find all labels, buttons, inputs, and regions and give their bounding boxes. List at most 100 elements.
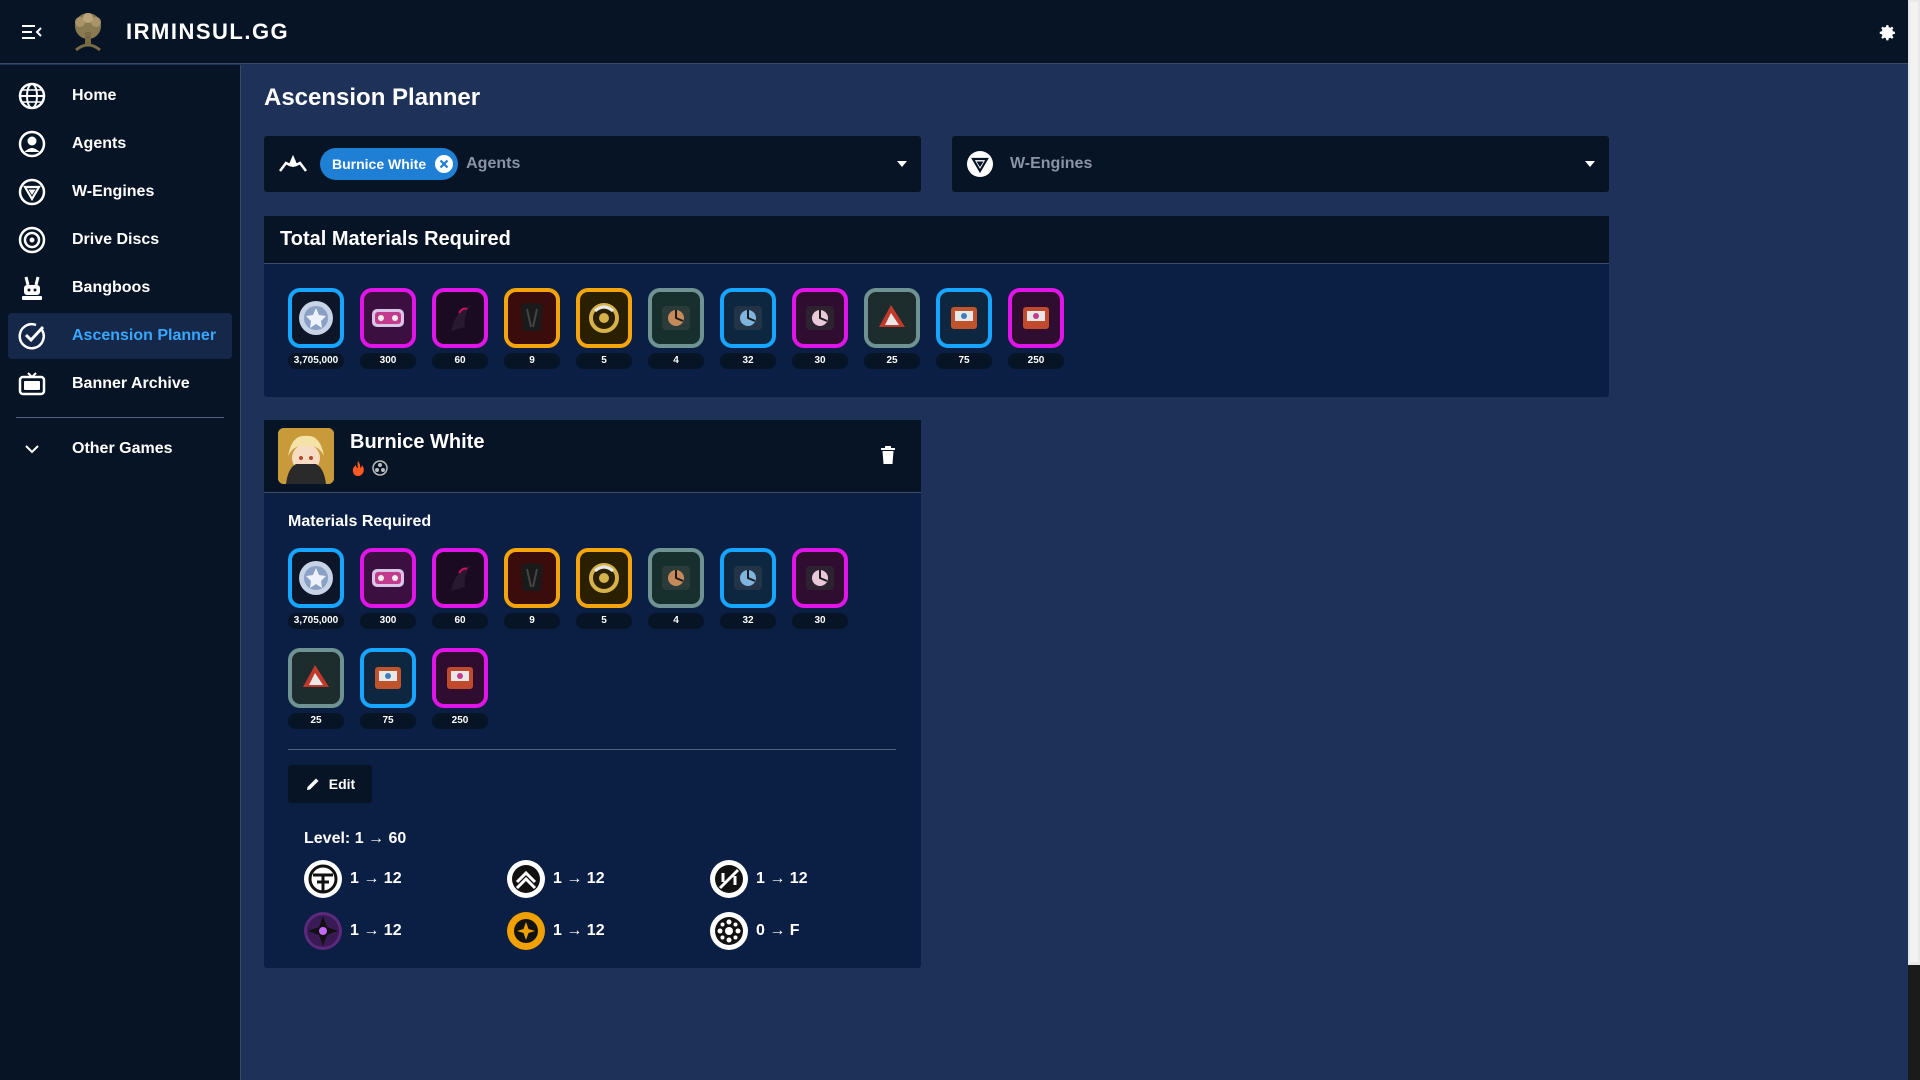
- material-item[interactable]: 9: [496, 288, 568, 369]
- sidebar-item-bangboos[interactable]: Bangboos: [8, 265, 232, 311]
- gear-crown-icon: [576, 288, 632, 348]
- scrollbar-thumb[interactable]: [1910, 2, 1918, 962]
- sidebar: Home Agents W-Engines Drive Discs Bangbo…: [0, 65, 241, 1080]
- exp-material-blue-icon: [360, 648, 416, 708]
- material-item[interactable]: 300: [352, 288, 424, 369]
- skill-chip-purple-icon: [792, 288, 848, 348]
- dropdown-caret-icon[interactable]: [897, 161, 907, 167]
- sidebar-item-w-engines[interactable]: W-Engines: [8, 169, 232, 215]
- exp-material-gray-icon: [864, 288, 920, 348]
- sidebar-item-label: Banner Archive: [72, 375, 190, 392]
- boss-material-icon: [504, 548, 560, 608]
- material-item[interactable]: 250: [1000, 288, 1072, 369]
- material-item[interactable]: 30: [784, 548, 856, 629]
- edit-button[interactable]: Edit: [288, 765, 372, 803]
- sidebar-item-banner-archive[interactable]: Banner Archive: [8, 361, 232, 407]
- card-divider: [288, 749, 896, 750]
- material-item[interactable]: 5: [568, 548, 640, 629]
- material-item[interactable]: 32: [712, 548, 784, 629]
- material-quantity: 250: [1008, 353, 1064, 369]
- material-item[interactable]: 250: [424, 648, 496, 729]
- chain-attack-icon: [507, 912, 545, 950]
- page-title: Ascension Planner: [264, 84, 481, 111]
- claw-material-icon: [432, 548, 488, 608]
- material-item[interactable]: 9: [496, 548, 568, 629]
- sidebar-item-other-games[interactable]: Other Games: [8, 426, 232, 472]
- character-info: Burnice White: [350, 431, 484, 481]
- claw-material-icon: [432, 288, 488, 348]
- menu-toggle-icon[interactable]: [0, 0, 64, 64]
- material-quantity: 5: [576, 353, 632, 369]
- material-quantity: 3,705,000: [288, 613, 344, 629]
- total-materials-header: Total Materials Required: [264, 216, 1609, 264]
- anomaly-specialty-icon: [372, 460, 388, 481]
- material-item[interactable]: 25: [856, 288, 928, 369]
- exp-material-purple-icon: [1008, 288, 1064, 348]
- character-attributes: [350, 460, 484, 481]
- w-engines-placeholder[interactable]: W-Engines: [1010, 155, 1092, 173]
- sidebar-item-label: Drive Discs: [72, 231, 160, 248]
- material-item[interactable]: 30: [784, 288, 856, 369]
- character-avatar[interactable]: [278, 428, 334, 484]
- vertical-scrollbar[interactable]: [1908, 0, 1920, 1080]
- skill-value: 1 → 12: [350, 870, 402, 887]
- basic-attack-icon: [304, 860, 342, 898]
- agents-placeholder[interactable]: Agents: [466, 155, 520, 173]
- material-item[interactable]: 32: [712, 288, 784, 369]
- assist-icon: [710, 860, 748, 898]
- agents-select[interactable]: Burnice White Agents: [264, 136, 921, 192]
- selected-agent-chip[interactable]: Burnice White: [320, 148, 459, 180]
- brand-name[interactable]: IRMINSUL.GG: [126, 19, 289, 45]
- sidebar-item-ascension-planner[interactable]: Ascension Planner: [8, 313, 232, 359]
- material-item[interactable]: 60: [424, 548, 496, 629]
- material-quantity: 30: [792, 353, 848, 369]
- materials-required-title: Materials Required: [288, 513, 432, 530]
- chip-material-icon: [360, 288, 416, 348]
- edit-label: Edit: [328, 776, 356, 792]
- total-materials-panel: Total Materials Required 3,705,000 300 6…: [264, 216, 1609, 397]
- skill-value: 1 → 12: [350, 922, 402, 939]
- material-item[interactable]: 3,705,000: [280, 288, 352, 369]
- chevron-down-icon: [12, 444, 52, 454]
- sidebar-item-home[interactable]: Home: [8, 73, 232, 119]
- material-item[interactable]: 5: [568, 288, 640, 369]
- character-name: Burnice White: [350, 431, 485, 453]
- sidebar-item-label: Ascension Planner: [72, 327, 217, 344]
- material-item[interactable]: 3,705,000: [280, 548, 352, 629]
- chip-label: Burnice White: [332, 156, 427, 172]
- globe-icon: [12, 82, 52, 110]
- level-range: Level: 1 → 60: [304, 830, 407, 847]
- tree-logo-icon[interactable]: [66, 10, 110, 54]
- chip-material-icon: [360, 548, 416, 608]
- skill-value: 1 → 12: [553, 922, 605, 939]
- material-item[interactable]: 25: [280, 648, 352, 729]
- sidebar-item-agents[interactable]: Agents: [8, 121, 232, 167]
- material-item[interactable]: 300: [352, 548, 424, 629]
- remove-chip-icon[interactable]: [434, 154, 454, 174]
- skill-special-attack: 1 → 12: [304, 912, 402, 950]
- material-item[interactable]: 75: [352, 648, 424, 729]
- material-item[interactable]: 60: [424, 288, 496, 369]
- w-engines-select[interactable]: W-Engines: [952, 136, 1609, 192]
- material-item[interactable]: 75: [928, 288, 1000, 369]
- character-materials-row-2: 25 75 250: [280, 648, 496, 729]
- material-item[interactable]: 4: [640, 548, 712, 629]
- delete-trash-icon[interactable]: [881, 446, 895, 469]
- skill-chip-blue-icon: [720, 548, 776, 608]
- w-engine-icon: [12, 178, 52, 206]
- tv-icon: [12, 370, 52, 398]
- dropdown-caret-icon[interactable]: [1585, 161, 1595, 167]
- material-quantity: 3,705,000: [288, 353, 344, 369]
- material-quantity: 300: [360, 613, 416, 629]
- material-item[interactable]: 4: [640, 288, 712, 369]
- skill-basic-attack: 1 → 12: [304, 860, 402, 898]
- settings-gear-icon[interactable]: [1870, 16, 1902, 48]
- material-quantity: 9: [504, 613, 560, 629]
- exp-material-blue-icon: [936, 288, 992, 348]
- material-quantity: 60: [432, 613, 488, 629]
- sidebar-item-drive-discs[interactable]: Drive Discs: [8, 217, 232, 263]
- check-icon: [12, 322, 52, 350]
- total-materials-row: 3,705,000 300 60 9 5 4 32 30 25 75 250: [280, 288, 1072, 369]
- skill-core: 0 → F: [710, 912, 800, 950]
- pencil-icon: [305, 776, 321, 792]
